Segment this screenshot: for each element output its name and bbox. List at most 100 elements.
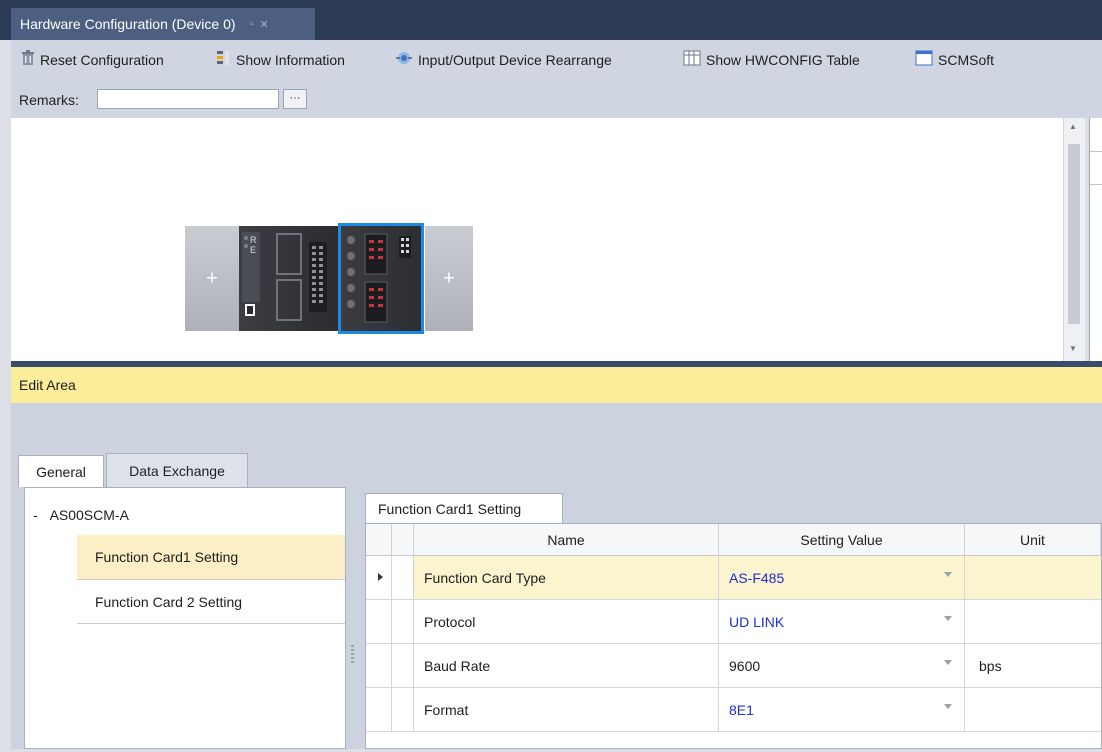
cell-unit — [965, 600, 1101, 643]
window-icon — [915, 50, 933, 69]
remarks-browse-button[interactable]: ··· — [283, 89, 307, 109]
cell-setting-value[interactable]: 8E1 — [719, 688, 965, 731]
tab-function-card1-setting[interactable]: Function Card1 Setting — [365, 493, 563, 523]
tree-item-function-card1[interactable]: Function Card1 Setting — [77, 535, 345, 579]
dropdown-arrow-icon[interactable] — [944, 616, 952, 621]
tab-data-exchange[interactable]: Data Exchange — [106, 453, 248, 487]
collapse-icon[interactable]: - — [33, 507, 38, 523]
row-indent — [392, 556, 414, 599]
input-output-device-rearrange-label: Input/Output Device Rearrange — [418, 51, 612, 68]
subtab-label: Function Card1 Setting — [378, 500, 522, 517]
info-icon — [217, 50, 231, 69]
settings-panel: Function Card1 Setting Name Setting Valu… — [359, 487, 1102, 749]
column-header-label: Unit — [1020, 531, 1045, 548]
pin-icon[interactable]: ▫ — [250, 18, 254, 30]
side-panel — [1089, 118, 1102, 361]
table-row[interactable]: Function Card Type AS-F485 — [366, 556, 1101, 600]
close-icon[interactable]: ✕ — [259, 18, 268, 31]
tree-root[interactable]: - AS00SCM-A — [33, 507, 129, 523]
setting-value-text: UD LINK — [729, 613, 785, 630]
scroll-thumb[interactable] — [1068, 144, 1080, 324]
cell-name: Baud Rate — [414, 644, 719, 687]
column-header-name[interactable]: Name — [414, 524, 719, 556]
remarks-input[interactable] — [97, 89, 279, 109]
column-header-setting-value[interactable]: Setting Value — [719, 524, 965, 556]
show-hwconfig-table-label: Show HWCONFIG Table — [706, 51, 860, 68]
tree-item-label: Function Card1 Setting — [95, 549, 239, 565]
dropdown-arrow-icon[interactable] — [944, 572, 952, 577]
row-indicator — [366, 688, 392, 731]
cpu-label-r: R — [250, 235, 257, 245]
splitter-grip-icon — [351, 645, 354, 663]
settings-grid: Name Setting Value Unit Function Card Ty… — [365, 523, 1102, 749]
cpu-module[interactable]: R E — [239, 226, 339, 331]
edit-area-header: Edit Area — [11, 367, 1102, 403]
as00scm-a-module[interactable] — [338, 223, 424, 334]
tree-item-label: Function Card 2 Setting — [95, 594, 243, 610]
table-icon — [683, 50, 701, 69]
rearrange-icon — [395, 50, 413, 69]
cell-setting-value[interactable]: 9600 — [719, 644, 965, 687]
scroll-down-icon[interactable]: ▼ — [1069, 344, 1077, 353]
tab-general[interactable]: General — [18, 455, 104, 487]
toolbar: Reset Configuration Show Information Inp… — [11, 40, 1102, 86]
plus-icon: + — [443, 267, 455, 289]
cell-unit — [965, 688, 1101, 731]
table-row[interactable]: Baud Rate 9600 bps — [366, 644, 1101, 688]
input-output-device-rearrange-button[interactable]: Input/Output Device Rearrange — [395, 50, 612, 69]
row-indent — [392, 688, 414, 731]
setting-value-text: AS-F485 — [729, 569, 785, 586]
setting-value-text: 8E1 — [729, 701, 754, 718]
tree-root-label: AS00SCM-A — [49, 507, 129, 523]
cell-unit: bps — [979, 657, 1002, 674]
tab-general-label: General — [36, 463, 86, 480]
row-indent — [392, 644, 414, 687]
cell-setting-value[interactable]: UD LINK — [719, 600, 965, 643]
cell-setting-value[interactable]: AS-F485 — [719, 556, 965, 599]
row-indicator — [366, 600, 392, 643]
dropdown-arrow-icon[interactable] — [944, 704, 952, 709]
scroll-up-icon[interactable]: ▲ — [1069, 122, 1077, 131]
row-indicator — [366, 556, 392, 599]
edit-area-title: Edit Area — [19, 377, 76, 393]
plus-icon: + — [206, 267, 218, 289]
scmsoft-label: SCMSoft — [938, 51, 995, 68]
side-panel-divider — [1090, 151, 1102, 152]
indent-header — [392, 524, 414, 556]
cell-name: Format — [414, 688, 719, 731]
show-information-label: Show Information — [236, 51, 345, 68]
column-header-unit[interactable]: Unit — [965, 524, 1101, 556]
add-slot-right[interactable]: + — [425, 226, 473, 331]
table-row[interactable]: Protocol UD LINK — [366, 600, 1101, 644]
setting-value-text: 9600 — [729, 657, 761, 674]
settings-tree: - AS00SCM-A Function Card1 Setting Funct… — [24, 487, 346, 749]
cpu-label-e: E — [250, 245, 256, 255]
show-information-button[interactable]: Show Information — [217, 50, 345, 69]
canvas-scrollbar[interactable]: ▲ ▼ — [1063, 118, 1085, 361]
row-indent — [392, 600, 414, 643]
dropdown-arrow-icon[interactable] — [944, 660, 952, 665]
show-hwconfig-table-button[interactable]: Show HWCONFIG Table — [683, 50, 860, 69]
side-panel-divider — [1090, 184, 1102, 185]
trash-icon — [21, 50, 35, 69]
remarks-label: Remarks: — [19, 92, 79, 108]
cell-unit — [965, 556, 1101, 599]
document-tab-title: Hardware Configuration (Device 0) — [20, 16, 236, 32]
table-row[interactable]: Format 8E1 — [366, 688, 1101, 732]
add-slot-left[interactable]: + — [185, 226, 239, 331]
hardware-canvas[interactable]: + R E + — [11, 118, 1063, 361]
column-header-label: Name — [547, 531, 585, 548]
tree-divider — [77, 623, 345, 624]
edit-area-band — [11, 403, 1102, 449]
vertical-splitter[interactable] — [346, 487, 359, 749]
row-indicator — [366, 644, 392, 687]
reset-configuration-button[interactable]: Reset Configuration — [21, 50, 164, 69]
tree-item-function-card2[interactable]: Function Card 2 Setting — [77, 580, 345, 624]
document-tab[interactable]: Hardware Configuration (Device 0) ▫ ✕ — [11, 8, 315, 40]
remarks-bar: Remarks: ··· — [11, 86, 1102, 118]
column-header-label: Setting Value — [800, 531, 883, 548]
scmsoft-button[interactable]: SCMSoft — [915, 50, 994, 69]
tab-data-exchange-label: Data Exchange — [129, 462, 225, 479]
row-indicator-header — [366, 524, 392, 556]
cell-name: Function Card Type — [414, 556, 719, 599]
